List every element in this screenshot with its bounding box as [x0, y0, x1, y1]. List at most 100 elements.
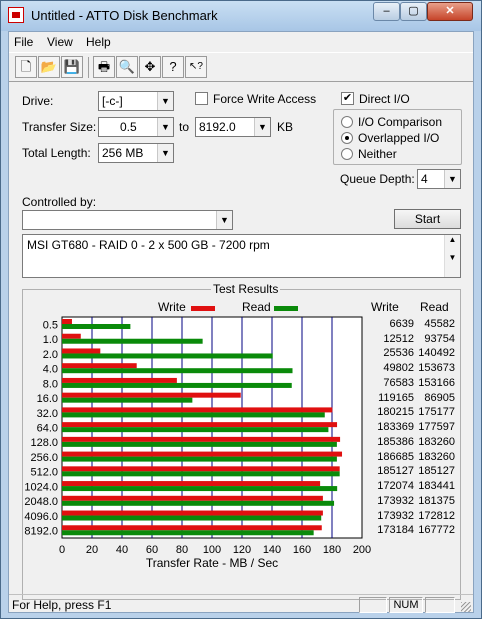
read-bar — [62, 500, 335, 506]
total-length-select[interactable]: 256 MB ▼ — [98, 143, 174, 163]
minimize-button[interactable]: – — [373, 2, 400, 21]
description-text: MSI GT680 - RAID 0 - 2 x 500 GB - 7200 r… — [27, 238, 270, 252]
write-bar — [62, 466, 340, 472]
read-value: 93754 — [424, 332, 455, 345]
x-tick-label: 120 — [233, 544, 251, 556]
menu-file[interactable]: File — [14, 35, 33, 49]
move-icon[interactable]: ✥ — [139, 56, 161, 78]
controlled-by-select[interactable]: ▼ — [22, 210, 233, 230]
drive-label: Drive: — [22, 94, 54, 108]
y-tick-label: 2.0 — [43, 349, 58, 361]
client-area: File View Help 🗋 📂 💾 🖶 🔍 ✥ ? ↖? Drive: [… — [8, 31, 474, 613]
start-button[interactable]: Start — [394, 209, 461, 229]
read-bar — [62, 368, 293, 374]
write-bar — [62, 525, 322, 531]
y-tick-label: 128.0 — [30, 437, 58, 449]
x-tick-label: 60 — [146, 544, 158, 556]
y-tick-label: 64.0 — [37, 423, 58, 435]
neither-label: Neither — [358, 147, 397, 161]
close-button[interactable]: ✕ — [427, 2, 473, 21]
force-write-checkbox[interactable] — [195, 92, 208, 105]
write-bar — [62, 422, 338, 428]
write-bar — [62, 319, 72, 324]
direct-io-checkbox[interactable]: ✔ — [341, 92, 354, 105]
read-value: 172812 — [418, 509, 455, 522]
print-preview-icon[interactable]: 🔍 — [116, 56, 138, 78]
write-bar — [62, 495, 323, 501]
direct-io-label: Direct I/O — [359, 92, 410, 106]
kb-label: KB — [277, 120, 294, 134]
menu-view[interactable]: View — [47, 35, 73, 49]
x-tick-label: 140 — [263, 544, 281, 556]
y-tick-label: 16.0 — [37, 393, 58, 405]
transfer-size-to-select[interactable]: 8192.0 ▼ — [195, 117, 271, 137]
x-tick-label: 20 — [86, 544, 98, 556]
chevron-down-icon[interactable]: ▼ — [254, 118, 270, 136]
read-value: 183260 — [418, 450, 455, 463]
to-label: to — [179, 120, 190, 134]
queue-depth-select[interactable]: 4 ▼ — [417, 169, 461, 189]
x-tick-label: 80 — [176, 544, 188, 556]
x-tick-label: 180 — [323, 544, 341, 556]
resize-grip[interactable] — [461, 602, 471, 612]
write-bar — [62, 333, 81, 339]
read-bar — [62, 412, 325, 418]
read-value: 183260 — [418, 435, 455, 448]
read-value: 153166 — [418, 376, 455, 389]
overlapped-io-radio[interactable] — [341, 132, 353, 144]
transfer-size-from-select[interactable]: 0.5 ▼ — [98, 117, 174, 137]
chevron-down-icon[interactable]: ▼ — [157, 118, 173, 136]
write-bar — [62, 377, 177, 383]
chevron-down-icon[interactable]: ▼ — [444, 170, 460, 188]
x-tick-label: 0 — [59, 544, 65, 556]
read-bar — [62, 353, 273, 359]
new-icon[interactable]: 🗋 — [15, 56, 37, 78]
x-tick-label: 100 — [203, 544, 221, 556]
context-help-icon[interactable]: ↖? — [185, 56, 207, 78]
save-icon[interactable]: 💾 — [61, 56, 83, 78]
chevron-down-icon[interactable]: ▼ — [157, 144, 173, 162]
open-icon[interactable]: 📂 — [38, 56, 60, 78]
write-bar — [62, 510, 323, 516]
status-pane-caps — [359, 597, 387, 613]
y-tick-label: 1.0 — [43, 334, 58, 346]
read-value: 177597 — [418, 421, 455, 434]
help-icon[interactable]: ? — [162, 56, 184, 78]
read-bar — [62, 397, 193, 403]
overlapped-io-label: Overlapped I/O — [358, 131, 440, 145]
toolbar: 🗋 📂 💾 🖶 🔍 ✥ ? ↖? — [9, 52, 473, 82]
io-comparison-radio[interactable] — [341, 116, 353, 128]
chevron-down-icon[interactable]: ▼ — [157, 92, 173, 110]
queue-depth-value: 4 — [421, 172, 428, 186]
neither-radio[interactable] — [341, 148, 353, 160]
y-tick-label: 256.0 — [30, 452, 58, 464]
read-value: 153673 — [418, 362, 455, 375]
write-bar — [62, 481, 321, 487]
y-tick-label: 512.0 — [30, 467, 58, 479]
status-bar: For Help, press F1 NUM — [9, 594, 473, 614]
queue-depth-label: Queue Depth: — [340, 172, 415, 186]
y-tick-label: 2048.0 — [24, 496, 58, 508]
read-value: 45582 — [424, 318, 455, 330]
transfer-size-label: Transfer Size: — [22, 120, 97, 134]
maximize-button[interactable]: ▢ — [400, 2, 427, 21]
read-bar — [62, 427, 329, 433]
drive-select[interactable]: [-c-] ▼ — [98, 91, 174, 111]
description-scrollbar[interactable]: ▲ ▼ — [444, 235, 460, 277]
read-bar — [62, 486, 338, 492]
read-value: 181375 — [418, 494, 455, 507]
transfer-to-value: 8192.0 — [199, 120, 236, 134]
y-tick-label: 1024.0 — [24, 481, 58, 493]
chevron-down-icon[interactable]: ▼ — [216, 211, 232, 229]
read-value: 175177 — [418, 406, 455, 419]
print-icon[interactable]: 🖶 — [93, 56, 115, 78]
drive-value: [-c-] — [102, 94, 123, 108]
read-bar — [62, 515, 322, 521]
read-bar — [62, 338, 203, 344]
description-textarea[interactable]: MSI GT680 - RAID 0 - 2 x 500 GB - 7200 r… — [22, 234, 461, 278]
title-bar[interactable]: Untitled - ATTO Disk Benchmark – ▢ ✕ — [1, 1, 481, 31]
menu-help[interactable]: Help — [86, 35, 111, 49]
transfer-from-value: 0.5 — [120, 120, 137, 134]
read-value: 185127 — [418, 465, 455, 478]
write-bar — [62, 451, 343, 457]
